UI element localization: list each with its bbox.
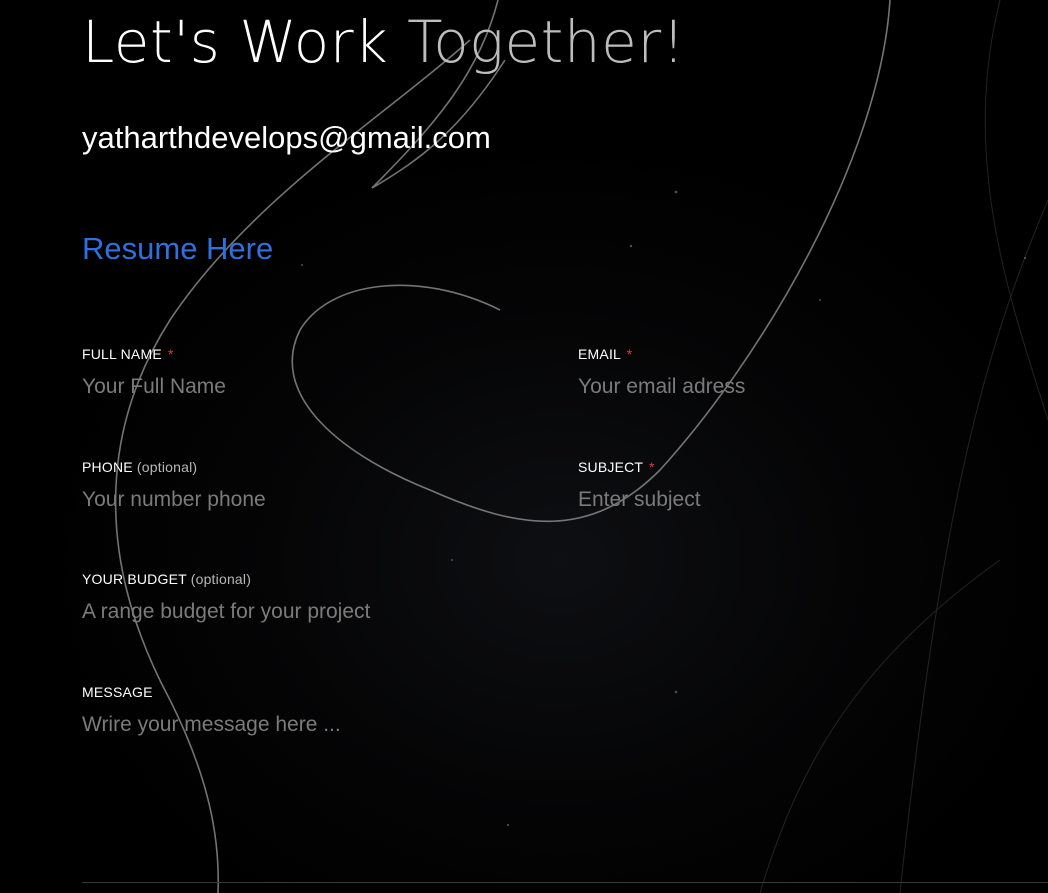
email-field: EMAIL * xyxy=(578,345,1018,401)
phone-field: PHONE (optional) xyxy=(82,458,522,514)
contact-section: Let's Work Together! yatharthdevelops@gm… xyxy=(0,0,1048,893)
section-divider xyxy=(82,882,1048,883)
required-mark: * xyxy=(626,346,633,362)
message-textarea[interactable] xyxy=(82,711,502,771)
required-mark: * xyxy=(167,346,174,362)
email-input[interactable] xyxy=(578,373,998,401)
required-mark: * xyxy=(649,459,655,475)
subject-input[interactable] xyxy=(578,486,998,514)
full-name-field: FULL NAME * xyxy=(82,345,522,401)
email-label: EMAIL * xyxy=(578,346,633,362)
optional-note: (optional) xyxy=(190,571,252,587)
page-title: Let's Work Together! xyxy=(82,6,685,78)
budget-input[interactable] xyxy=(82,598,502,626)
message-field: MESSAGE xyxy=(82,683,522,771)
full-name-label: FULL NAME * xyxy=(82,346,174,362)
optional-note: (optional) xyxy=(136,459,198,475)
budget-field: YOUR BUDGET (optional) xyxy=(82,570,522,626)
subject-label: SUBJECT * xyxy=(578,459,655,475)
contact-email-link[interactable]: yatharthdevelops@gmail.com xyxy=(82,118,491,158)
phone-label: PHONE (optional) xyxy=(82,459,198,475)
resume-link[interactable]: Resume Here xyxy=(82,228,273,270)
page-title-secondary: Together! xyxy=(407,8,686,76)
budget-label: YOUR BUDGET (optional) xyxy=(82,571,252,587)
subject-field: SUBJECT * xyxy=(578,458,1018,514)
message-label: MESSAGE xyxy=(82,684,153,700)
phone-input[interactable] xyxy=(82,486,502,514)
full-name-input[interactable] xyxy=(82,373,502,401)
page-title-primary: Let's Work xyxy=(82,8,389,76)
